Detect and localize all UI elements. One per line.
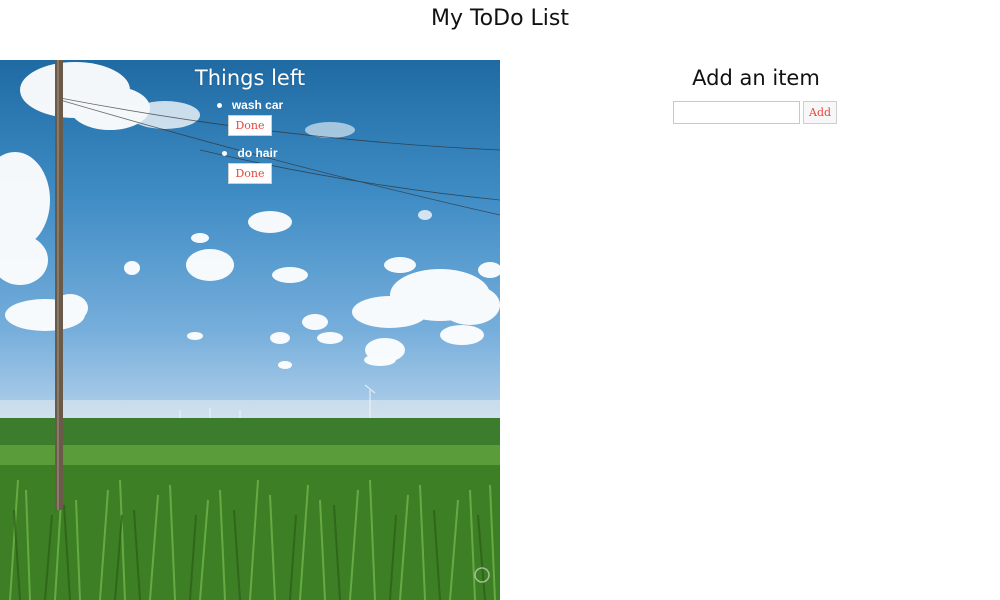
things-left-section: Things left wash car Done do hair Done (0, 66, 500, 192)
todo-panel: Things left wash car Done do hair Done (0, 60, 500, 600)
done-button[interactable]: Done (228, 163, 272, 184)
done-button[interactable]: Done (228, 115, 272, 136)
things-left-heading: Things left (194, 66, 306, 90)
add-item-panel: Add an item Add (500, 60, 1000, 600)
page-title: My ToDo List (430, 6, 569, 31)
todo-item-text-row: wash car (216, 96, 284, 114)
todo-item-text: do hair (237, 146, 278, 160)
bullet-icon (222, 150, 228, 156)
bullet-icon (216, 102, 222, 108)
add-item-heading: Add an item (692, 66, 820, 90)
add-item-form: Add (673, 101, 838, 124)
add-button[interactable]: Add (803, 101, 838, 124)
new-item-input[interactable] (673, 101, 800, 124)
todo-list: wash car Done do hair Done (0, 96, 500, 184)
todo-item-text-row: do hair (222, 144, 278, 162)
todo-item: wash car Done (0, 96, 500, 136)
todo-item-text: wash car (231, 98, 284, 112)
todo-item: do hair Done (0, 144, 500, 184)
